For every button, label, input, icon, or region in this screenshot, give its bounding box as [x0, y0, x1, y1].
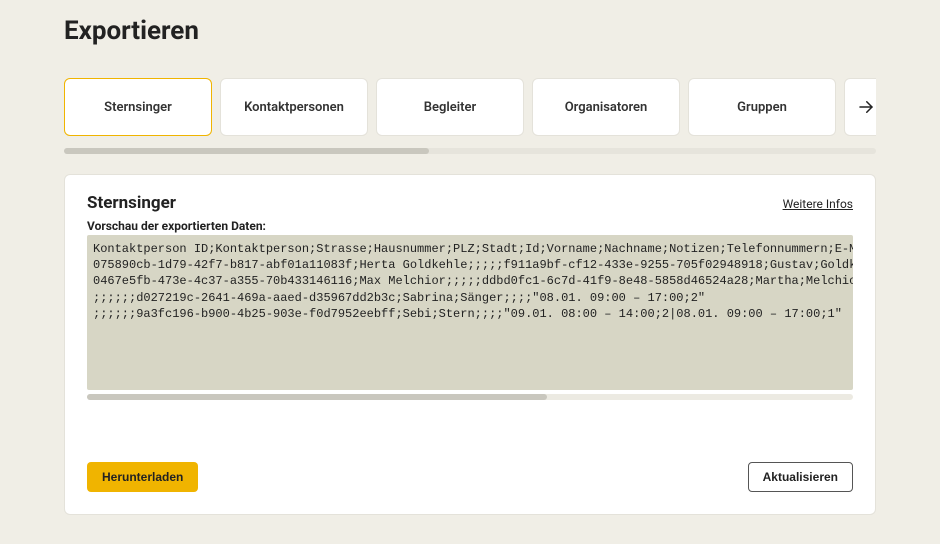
- tabs-row: Sternsinger Kontaktpersonen Begleiter Or…: [64, 78, 876, 144]
- preview-box: Kontaktperson ID;Kontaktperson;Strasse;H…: [87, 235, 853, 390]
- export-card: Sternsinger Weitere Infos Vorschau der e…: [64, 174, 876, 515]
- tabs-next-button[interactable]: [844, 78, 876, 136]
- preview-scrollbar-thumb[interactable]: [87, 394, 547, 400]
- download-button[interactable]: Herunterladen: [87, 462, 198, 492]
- tab-sternsinger[interactable]: Sternsinger: [64, 78, 212, 136]
- preview-scrollbar[interactable]: [87, 394, 853, 400]
- tab-label: Gruppen: [737, 100, 787, 115]
- tabs-scrollbar[interactable]: [64, 148, 876, 154]
- tabs-wrapper: Sternsinger Kontaktpersonen Begleiter Or…: [64, 78, 876, 154]
- page-title: Exportieren: [64, 16, 876, 46]
- tab-label: Sternsinger: [104, 100, 172, 115]
- tab-gruppen[interactable]: Gruppen: [688, 78, 836, 136]
- preview-label: Vorschau der exportierten Daten:: [87, 219, 853, 233]
- tab-organisatoren[interactable]: Organisatoren: [532, 78, 680, 136]
- refresh-button[interactable]: Aktualisieren: [748, 462, 853, 492]
- preview-box-wrapper: Kontaktperson ID;Kontaktperson;Strasse;H…: [87, 235, 853, 400]
- arrow-right-icon: [857, 98, 875, 116]
- tab-label: Kontaktpersonen: [244, 100, 344, 115]
- tab-label: Begleiter: [424, 100, 476, 115]
- tab-kontaktpersonen[interactable]: Kontaktpersonen: [220, 78, 368, 136]
- card-title: Sternsinger: [87, 193, 176, 213]
- more-info-link[interactable]: Weitere Infos: [783, 197, 853, 211]
- card-header: Sternsinger Weitere Infos: [87, 193, 853, 213]
- tab-begleiter[interactable]: Begleiter: [376, 78, 524, 136]
- tab-label: Organisatoren: [565, 100, 648, 115]
- card-footer: Herunterladen Aktualisieren: [87, 462, 853, 492]
- tabs-scrollbar-thumb[interactable]: [64, 148, 429, 154]
